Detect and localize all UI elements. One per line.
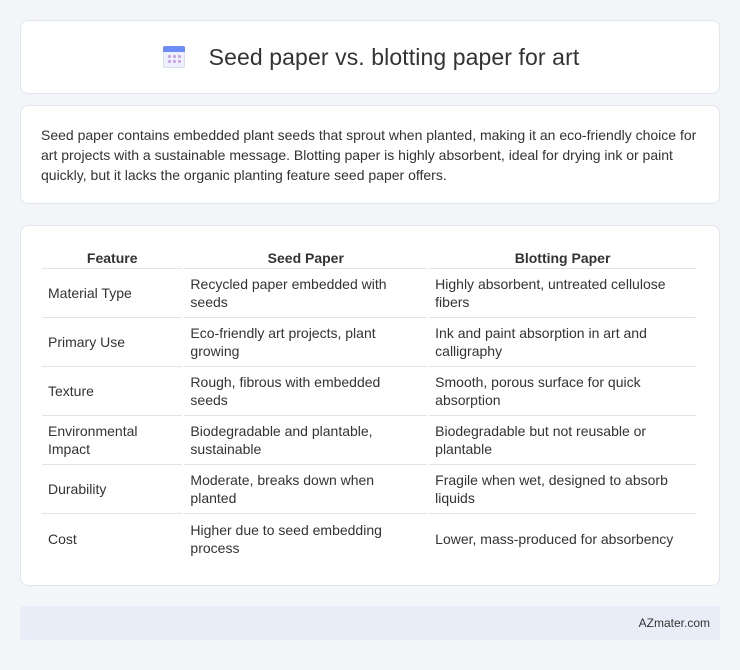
seed-paper-cell: Biodegradable and plantable, sustainable [184,416,428,465]
page-title: Seed paper vs. blotting paper for art [208,43,580,70]
feature-cell: Environmental Impact [42,416,183,465]
feature-cell: Texture [42,367,183,416]
table-row: Primary Use Eco-friendly art projects, p… [42,318,696,367]
feature-cell: Material Type [42,269,183,318]
table-row: Environmental Impact Biodegradable and p… [42,416,696,465]
seed-paper-cell: Moderate, breaks down when planted [184,465,428,514]
blotting-paper-cell: Ink and paint absorption in art and call… [429,318,696,367]
seed-paper-cell: Recycled paper embedded with seeds [184,269,428,318]
blotting-paper-cell: Lower, mass-produced for absorbency [435,530,674,547]
table-row: Durability Moderate, breaks down when pl… [42,465,696,514]
comparison-table: Feature Seed Paper Blotting Paper Materi… [40,246,698,563]
table-row: Cost Higher due to seed embedding proces… [42,514,696,563]
feature-cell: Primary Use [42,318,183,367]
column-header-feature: Feature [42,246,183,269]
seed-paper-cell: Higher due to seed embedding process [190,521,382,556]
table-header-row: Feature Seed Paper Blotting Paper [42,246,696,269]
blotting-paper-cell: Smooth, porous surface for quick absorpt… [429,367,696,416]
title-wrap: Seed paper vs. blotting paper for art [161,44,580,71]
column-header-blotting-paper: Blotting Paper [429,246,696,269]
column-header-seed-paper: Seed Paper [184,246,428,269]
title-card: Seed paper vs. blotting paper for art [20,20,720,94]
feature-cell: Durability [42,465,183,514]
blotting-paper-cell: Biodegradable but not reusable or planta… [429,416,696,465]
footer-brand: AZmater.com [638,616,710,630]
seed-paper-cell: Eco-friendly art projects, plant growing [184,318,428,367]
intro-paragraph: Seed paper contains embedded plant seeds… [41,127,697,183]
calendar-grid-icon [161,44,187,70]
comparison-card: Feature Seed Paper Blotting Paper Materi… [20,225,720,586]
table-row: Texture Rough, fibrous with embedded see… [42,367,696,416]
intro-card: Seed paper contains embedded plant seeds… [20,105,720,204]
seed-paper-cell: Rough, fibrous with embedded seeds [184,367,428,416]
footer-bar: AZmater.com [20,606,720,640]
feature-cell: Cost [48,530,77,547]
table-row: Material Type Recycled paper embedded wi… [42,269,696,318]
blotting-paper-cell: Fragile when wet, designed to absorb liq… [429,465,696,514]
blotting-paper-cell: Highly absorbent, untreated cellulose fi… [429,269,696,318]
